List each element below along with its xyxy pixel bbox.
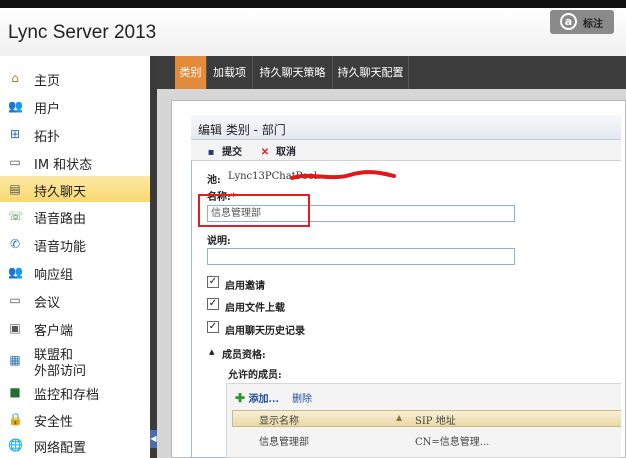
pool-label: 池: (207, 175, 221, 186)
plus-icon: ✚ (235, 391, 246, 405)
sidebar-item-clients[interactable]: ▣ 客户端 (0, 314, 150, 342)
add-member-button[interactable]: ✚ 添加... (235, 390, 279, 405)
description-label: 说明: (207, 236, 231, 247)
allowed-members-label: 允许的成员: (228, 370, 282, 381)
tab-categories[interactable]: 类别 (175, 56, 207, 89)
sidebar-item-label: 拓扑 (34, 130, 61, 145)
table-row-sip-address[interactable]: CN=信息管理... (415, 433, 489, 448)
sidebar-item-users[interactable]: 👥 用户 (0, 92, 150, 120)
topology-icon: ⊞ (9, 127, 21, 141)
sidebar-item-label: 客户端 (34, 324, 74, 339)
table-row-display-name[interactable]: 信息管理部 (259, 433, 309, 448)
enable-invitations-checkbox[interactable]: ✓ (207, 276, 219, 288)
sidebar-item-label: 安全性 (34, 415, 74, 430)
close-icon: ✕ (260, 147, 270, 158)
tab-addins[interactable]: 加载项 (207, 56, 253, 89)
sidebar-item-label: 语音路由 (34, 212, 87, 227)
conferencing-icon: ▭ (9, 293, 21, 307)
app-title: Lync Server 2013 (8, 22, 157, 43)
sidebar-item-voice-routing[interactable]: ☏ 语音路由 (0, 202, 150, 230)
tab-bar: 类别 加载项 持久聊天策略 持久聊天配置 (157, 56, 626, 89)
sidebar-item-label: 响应组 (34, 268, 74, 283)
sidebar-item-federation[interactable]: ▦ 联盟和 外部访问 (0, 342, 150, 379)
tab-chat-policy[interactable]: 持久聊天策略 (253, 56, 333, 89)
sidebar-divider (150, 56, 157, 458)
annotate-button[interactable]: a 标注 (550, 10, 614, 34)
commit-label: 提交 (222, 147, 242, 158)
sidebar: ⌂ 主页 👥 用户 ⊞ 拓扑 ▭ IM 和状态 ▤ 持久聊天 ☏ 语音路由 ✆ … (0, 64, 150, 458)
users-icon: 👥 (8, 99, 23, 113)
column-sip-address[interactable]: SIP 地址 (415, 412, 456, 427)
add-label: 添加... (248, 394, 279, 405)
sidebar-item-label: 网络配置 (34, 441, 87, 456)
persistent-chat-icon: ▤ (9, 182, 21, 196)
membership-toggle-icon[interactable]: ▴ (209, 345, 215, 358)
federation-icon: ▦ (9, 353, 21, 367)
sidebar-item-label: 语音功能 (34, 240, 87, 255)
form-title: 编辑 类别 - 部门 (198, 123, 286, 137)
sidebar-item-label: 持久聊天 (34, 185, 87, 200)
security-icon: 🔒 (8, 412, 23, 426)
form-toolbar (191, 140, 621, 161)
response-group-icon: 👥 (8, 265, 23, 279)
description-input[interactable] (207, 248, 515, 265)
voice-features-icon: ✆ (9, 237, 21, 251)
redaction-mark (290, 170, 396, 180)
sidebar-item-security[interactable]: 🔒 安全性 (0, 406, 150, 432)
enable-file-upload-checkbox[interactable]: ✓ (207, 298, 219, 310)
network-icon: 🌐 (8, 438, 23, 452)
voice-routing-icon: ☏ (8, 209, 24, 223)
sidebar-item-home[interactable]: ⌂ 主页 (0, 64, 150, 92)
cancel-button[interactable]: ✕ 取消 (259, 143, 296, 159)
enable-file-upload-label: 启用文件上载 (225, 303, 285, 314)
sidebar-item-im-presence[interactable]: ▭ IM 和状态 (0, 148, 150, 176)
membership-label: 成员资格: (222, 350, 266, 361)
tab-chat-configuration[interactable]: 持久聊天配置 (333, 56, 409, 89)
home-icon: ⌂ (11, 71, 19, 85)
sidebar-item-voice-features[interactable]: ✆ 语音功能 (0, 230, 150, 258)
annotate-label: 标注 (583, 19, 603, 30)
sort-icon[interactable]: ▲ (396, 413, 402, 422)
sidebar-item-topology[interactable]: ⊞ 拓扑 (0, 120, 150, 148)
sidebar-item-persistent-chat[interactable]: ▤ 持久聊天 (0, 176, 150, 202)
sidebar-item-label: 用户 (34, 102, 61, 117)
cancel-label: 取消 (276, 147, 296, 158)
sidebar-item-conferencing[interactable]: ▭ 会议 (0, 286, 150, 314)
im-icon: ▭ (9, 155, 21, 169)
sidebar-item-response-groups[interactable]: 👥 响应组 (0, 258, 150, 286)
save-icon: ▪ (207, 147, 215, 158)
sidebar-item-network[interactable]: 🌐 网络配置 (0, 432, 150, 458)
sidebar-item-label: 主页 (34, 74, 61, 89)
annotate-icon: a (560, 13, 577, 30)
enable-chat-history-label: 启用聊天历史记录 (225, 326, 305, 337)
sidebar-item-label: 监控和存档 (34, 388, 100, 403)
sidebar-item-label-line2: 外部访问 (34, 364, 87, 379)
monitoring-icon: ■ (9, 385, 21, 399)
sidebar-item-label: IM 和状态 (34, 158, 93, 173)
enable-chat-history-checkbox[interactable]: ✓ (207, 321, 219, 333)
column-display-name[interactable]: 显示名称 (259, 412, 299, 427)
sidebar-item-monitoring[interactable]: ■ 监控和存档 (0, 378, 150, 406)
highlight-box (198, 194, 310, 227)
clients-icon: ▣ (9, 321, 21, 335)
commit-button[interactable]: ▪ 提交 (205, 143, 242, 159)
collapse-sidebar-icon[interactable]: ◀ (150, 430, 157, 448)
sidebar-item-label: 会议 (34, 296, 61, 311)
enable-invitations-label: 启用邀请 (225, 281, 265, 292)
remove-member-button[interactable]: 删除 (292, 390, 312, 405)
